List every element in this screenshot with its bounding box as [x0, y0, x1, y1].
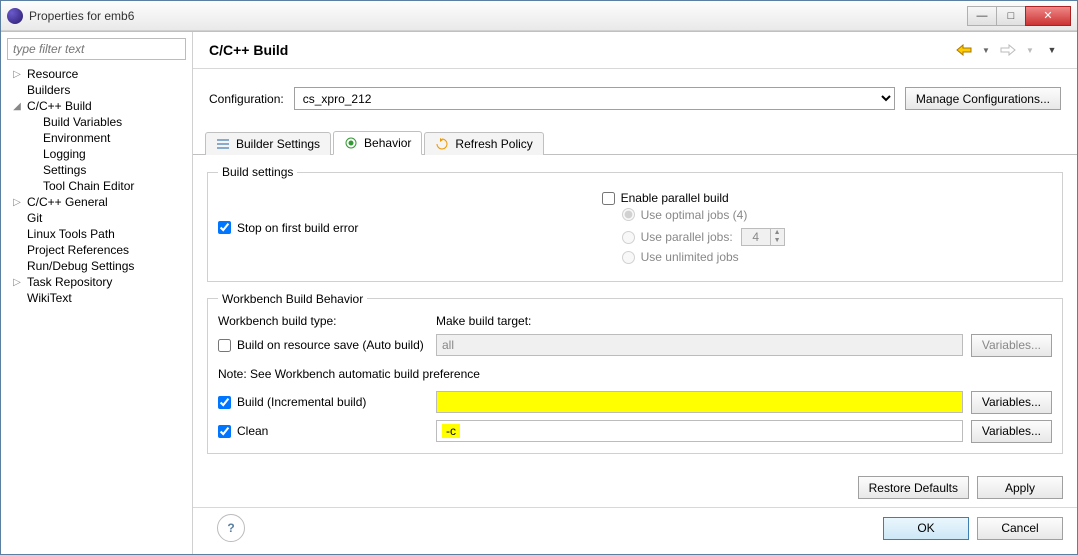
page-title: C/C++ Build [209, 42, 951, 58]
parallel-jobs-spinner: ▲▼ [741, 228, 785, 246]
tree-item[interactable]: Logging [7, 146, 186, 162]
tree-item-label: C/C++ General [27, 195, 108, 209]
properties-dialog: Properties for emb6 — □ ✕ ▷ Resource Build… [0, 0, 1078, 555]
tree-item-label: Build Variables [43, 115, 122, 129]
minimize-button[interactable]: — [967, 6, 997, 26]
refresh-icon [435, 137, 449, 151]
tree-item-label: Linux Tools Path [27, 227, 115, 241]
help-button[interactable]: ? [217, 514, 245, 542]
tree-item[interactable]: ▷ Resource [7, 66, 186, 82]
tree-item[interactable]: ◢ C/C++ Build [7, 98, 186, 114]
unlimited-jobs-radio: Use unlimited jobs [622, 250, 739, 264]
tree-item-label: Resource [27, 67, 78, 81]
list-icon [216, 137, 230, 151]
cancel-button[interactable]: Cancel [977, 517, 1063, 540]
filter-input[interactable] [7, 38, 186, 60]
close-button[interactable]: ✕ [1025, 6, 1071, 26]
tree-item[interactable]: Settings [7, 162, 186, 178]
tree-item[interactable]: ▷ C/C++ General [7, 194, 186, 210]
tab-refresh-policy[interactable]: Refresh Policy [424, 132, 543, 155]
twist-icon: ▷ [11, 69, 23, 80]
workbench-legend: Workbench Build Behavior [218, 292, 367, 306]
incremental-target-field[interactable] [436, 391, 963, 413]
tree-item-label: Environment [43, 131, 110, 145]
ok-button[interactable]: OK [883, 517, 969, 540]
tree-item-label: Project References [27, 243, 129, 257]
dropdown-back-icon[interactable]: ▼ [977, 42, 995, 58]
tree-item[interactable]: Builders [7, 82, 186, 98]
tree-item-label: Builders [27, 83, 70, 97]
dropdown-forward-icon[interactable]: ▼ [1021, 42, 1039, 58]
tree-item-label: Task Repository [27, 275, 112, 289]
tree-item[interactable]: Environment [7, 130, 186, 146]
enable-parallel-checkbox[interactable]: Enable parallel build [602, 191, 729, 205]
tree-item-label: Logging [43, 147, 86, 161]
apply-button[interactable]: Apply [977, 476, 1063, 499]
twist-icon: ▷ [11, 277, 23, 288]
configuration-label: Configuration: [209, 92, 284, 106]
titlebar: Properties for emb6 — □ ✕ [1, 1, 1077, 31]
clean-checkbox[interactable]: Clean [218, 424, 428, 438]
wb-target-header: Make build target: [436, 314, 963, 328]
forward-icon[interactable] [999, 42, 1017, 58]
dialog-body: ▷ Resource Builders ◢ C/C++ Build Build Varia… [1, 31, 1077, 554]
build-settings-group: Build settings Stop on first build error [207, 165, 1063, 282]
restore-defaults-button[interactable]: Restore Defaults [858, 476, 969, 499]
page-header: C/C++ Build ▼ ▼ ▼ [193, 32, 1077, 69]
tree-item[interactable]: Project References [7, 242, 186, 258]
incremental-variables-button[interactable]: Variables... [971, 391, 1052, 414]
wb-type-header: Workbench build type: [218, 314, 428, 328]
maximize-button[interactable]: □ [996, 6, 1026, 26]
tab-behavior[interactable]: Behavior [333, 131, 422, 155]
configuration-row: Configuration: cs_xpro_212 Manage Config… [193, 69, 1077, 130]
configuration-select[interactable]: cs_xpro_212 [294, 87, 895, 110]
content-area: C/C++ Build ▼ ▼ ▼ Configuration: cs_xpro… [193, 32, 1077, 554]
auto-build-note: Note: See Workbench automatic build pref… [218, 363, 1052, 385]
tree-item[interactable]: Build Variables [7, 114, 186, 130]
clean-target-field[interactable]: -c [436, 420, 963, 442]
incremental-build-checkbox[interactable]: Build (Incremental build) [218, 395, 428, 409]
dialog-footer: ? OK Cancel [193, 507, 1077, 554]
tab-content: Build settings Stop on first build error [193, 155, 1077, 467]
parallel-jobs-radio: Use parallel jobs: [622, 230, 733, 244]
tree-item[interactable]: ▷ Task Repository [7, 274, 186, 290]
spin-down-icon: ▼ [771, 237, 784, 245]
tree-item[interactable]: Linux Tools Path [7, 226, 186, 242]
tree-item-label: Git [27, 211, 42, 225]
twist-icon: ◢ [11, 101, 23, 112]
build-settings-legend: Build settings [218, 165, 297, 179]
tree-item-label: Tool Chain Editor [43, 179, 134, 193]
auto-build-target-field: all [436, 334, 963, 356]
tree-item-label: C/C++ Build [27, 99, 92, 113]
window-title: Properties for emb6 [29, 9, 968, 23]
spin-up-icon: ▲ [771, 229, 784, 237]
eclipse-icon [7, 8, 23, 24]
twist-icon: ▷ [11, 197, 23, 208]
radio-green-icon [344, 136, 358, 150]
menu-icon[interactable]: ▼ [1043, 42, 1061, 58]
sidebar: ▷ Resource Builders ◢ C/C++ Build Build Varia… [1, 32, 193, 554]
auto-build-variables-button: Variables... [971, 334, 1052, 357]
tree-item[interactable]: Git [7, 210, 186, 226]
auto-build-checkbox[interactable]: Build on resource save (Auto build) [218, 338, 428, 352]
back-icon[interactable] [955, 42, 973, 58]
tree-item[interactable]: WikiText [7, 290, 186, 306]
manage-configurations-button[interactable]: Manage Configurations... [905, 87, 1061, 110]
tree-item[interactable]: Run/Debug Settings [7, 258, 186, 274]
clean-variables-button[interactable]: Variables... [971, 420, 1052, 443]
stop-first-error-checkbox[interactable]: Stop on first build error [218, 221, 358, 235]
tree-item-label: Run/Debug Settings [27, 259, 134, 273]
tree-item[interactable]: Tool Chain Editor [7, 178, 186, 194]
tabs: Builder Settings Behavior Refresh Policy [193, 130, 1077, 155]
tree-item-label: WikiText [27, 291, 72, 305]
workbench-behavior-group: Workbench Build Behavior Workbench build… [207, 292, 1063, 454]
page-footer: Restore Defaults Apply [193, 467, 1077, 507]
tree-item-label: Settings [43, 163, 86, 177]
optimal-jobs-radio: Use optimal jobs (4) [622, 208, 748, 222]
nav-tree: ▷ Resource Builders ◢ C/C++ Build Build Varia… [7, 66, 186, 548]
tab-builder-settings[interactable]: Builder Settings [205, 132, 331, 155]
